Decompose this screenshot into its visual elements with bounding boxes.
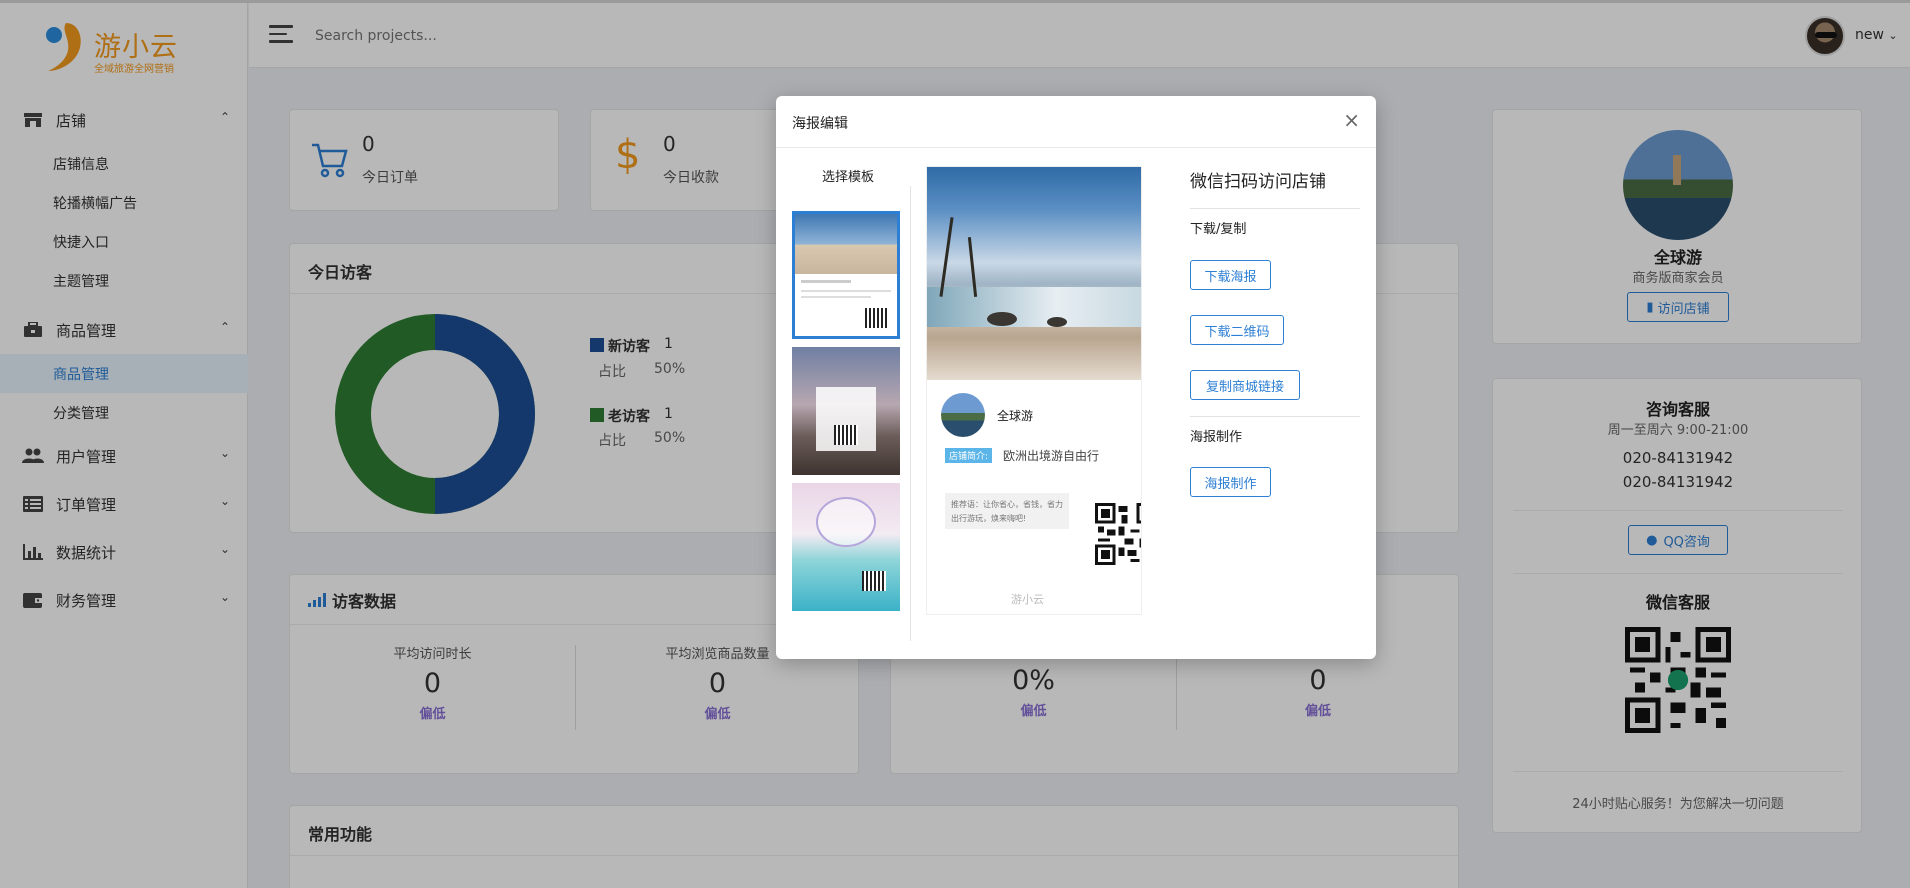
download-section-title: 下载/复制 (1190, 222, 1247, 237)
modal-title: 海报编辑 (792, 116, 848, 132)
poster-image (927, 167, 1141, 380)
template-thumb-1[interactable] (792, 211, 900, 339)
close-icon[interactable]: × (1343, 108, 1360, 132)
poster-shop-avatar (941, 393, 985, 437)
modal-header: 海报编辑 × (776, 96, 1376, 148)
copy-link-button[interactable]: 复制商城链接 (1190, 370, 1300, 400)
poster-footer-brand: 游小云 (1011, 593, 1044, 606)
poster-shop-name: 全球游 (997, 409, 1034, 423)
template-list-title: 选择模板 (822, 170, 875, 185)
scan-title: 微信扫码访问店铺 (1190, 172, 1326, 192)
poster-make-section-title: 海报制作 (1190, 430, 1243, 445)
download-poster-button[interactable]: 下载海报 (1190, 260, 1271, 290)
download-qrcode-button[interactable]: 下载二维码 (1190, 315, 1284, 345)
template-thumb-3[interactable] (792, 483, 900, 611)
poster-qr-code (1095, 503, 1141, 565)
poster-desc: 欧洲出境游自由行 (1003, 449, 1100, 463)
template-thumb-2[interactable] (792, 347, 900, 475)
poster-preview: 全球游 店铺简介: 欧洲出境游自由行 推荐语：让你省心，省钱，省力出行游玩，焕来… (926, 166, 1142, 615)
poster-tag: 店铺简介: (945, 448, 993, 463)
make-poster-button[interactable]: 海报制作 (1190, 467, 1271, 497)
poster-editor-modal: 海报编辑 × 选择模板 全球游 店铺简介: 欧洲出境游自由行 推荐语：让你省心，… (776, 96, 1376, 659)
poster-recommend: 推荐语：让你省心，省钱，省力出行游玩，焕来嗨吧! (945, 493, 1069, 529)
